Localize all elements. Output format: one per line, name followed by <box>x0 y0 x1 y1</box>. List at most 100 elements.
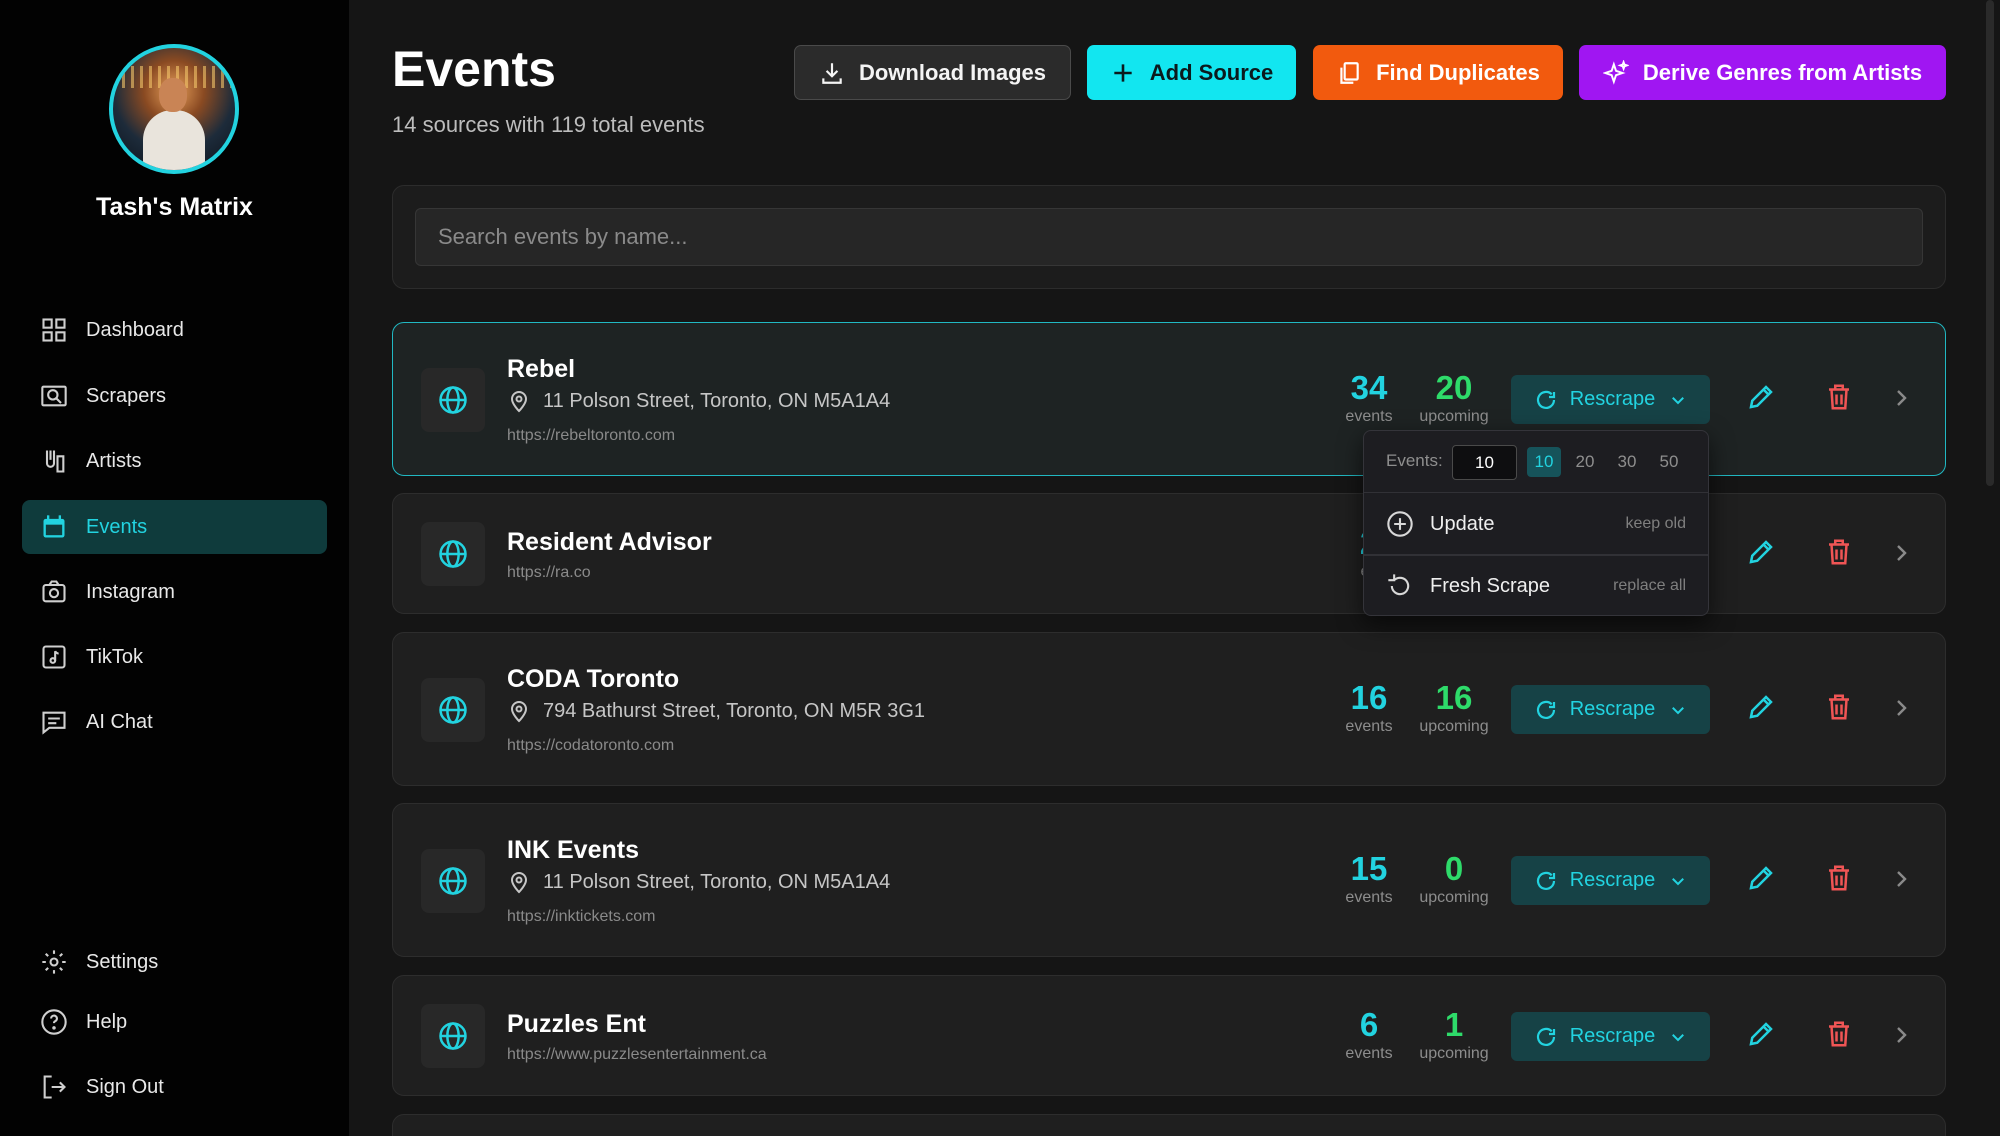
refresh-icon <box>1536 871 1555 890</box>
events-count-input[interactable] <box>1452 445 1517 480</box>
page-subtitle: 14 sources with 119 total events <box>392 112 705 137</box>
chip-10[interactable]: 10 <box>1527 447 1561 477</box>
events-count-label: Events: <box>1386 451 1443 470</box>
sidebar-item-events[interactable]: Events <box>22 500 327 554</box>
refresh-icon <box>1536 390 1555 409</box>
rescrape-button[interactable]: Rescrape <box>1511 1012 1710 1061</box>
source-card-coda-toronto[interactable]: CODA Toronto 794 Bathurst Street, Toront… <box>392 632 1946 786</box>
source-url[interactable]: https://ra.co <box>507 564 591 582</box>
globe-icon <box>439 1022 467 1050</box>
search-input[interactable] <box>415 208 1923 266</box>
delete-icon[interactable] <box>1824 692 1854 722</box>
upcoming-count: 0 upcoming <box>1419 850 1489 906</box>
source-url[interactable]: https://codatoronto.com <box>507 737 674 755</box>
rescrape-button[interactable]: Rescrape <box>1511 856 1710 905</box>
source-card-puzzles-ent[interactable]: Puzzles Ent https://www.puzzlesentertain… <box>392 975 1946 1096</box>
derive-genres-label: Derive Genres from Artists <box>1642 59 1923 85</box>
rescrape-label: Rescrape <box>1569 698 1656 720</box>
chevron-right-icon[interactable] <box>1889 1023 1913 1047</box>
derive-genres-button[interactable]: Derive Genres from Artists <box>1579 45 1946 100</box>
chip-20[interactable]: 20 <box>1568 447 1602 477</box>
rescrape-dropdown: Events: 10 20 30 50 Update keep old Fres… <box>1363 430 1709 616</box>
edit-icon[interactable] <box>1746 863 1776 893</box>
chevron-down-icon <box>1672 1033 1685 1041</box>
edit-icon[interactable] <box>1746 1019 1776 1049</box>
events-count: 34 events <box>1345 369 1393 425</box>
source-name: Puzzles Ent <box>507 1010 646 1038</box>
event-count-row: Events: 10 20 30 50 <box>1364 431 1708 493</box>
source-url[interactable]: https://rebeltoronto.com <box>507 427 675 445</box>
location-pin-icon <box>510 872 528 894</box>
sidebar-item-dashboard[interactable]: Dashboard <box>22 303 327 357</box>
help-icon <box>41 1009 67 1035</box>
sidebar-item-label: Events <box>86 515 148 538</box>
refresh-icon <box>1536 700 1555 719</box>
sidebar-item-label: AI Chat <box>86 710 153 733</box>
globe-icon <box>439 386 467 414</box>
edit-icon[interactable] <box>1746 692 1776 722</box>
scrollbar-thumb[interactable] <box>1986 0 1994 486</box>
delete-icon[interactable] <box>1824 382 1854 412</box>
edit-icon[interactable] <box>1746 537 1776 567</box>
globe-icon <box>439 867 467 895</box>
sidebar-item-sign-out[interactable]: Sign Out <box>22 1060 327 1114</box>
chip-50[interactable]: 50 <box>1652 447 1686 477</box>
upcoming-count: 1 upcoming <box>1419 1006 1489 1062</box>
source-card-partial[interactable] <box>392 1114 1946 1136</box>
sidebar-item-instagram[interactable]: Instagram <box>22 565 327 619</box>
source-address-text: 11 Polson Street, Toronto, ON M5A1A4 <box>543 389 891 412</box>
chip-30[interactable]: 30 <box>1610 447 1644 477</box>
chevron-right-icon[interactable] <box>1889 386 1913 410</box>
sidebar-item-help[interactable]: Help <box>22 995 327 1049</box>
chevron-right-icon[interactable] <box>1889 867 1913 891</box>
chevron-down-icon <box>1672 706 1685 714</box>
fresh-scrape-label: Fresh Scrape <box>1430 574 1551 597</box>
sidebar-item-settings[interactable]: Settings <box>22 935 327 989</box>
scrapers-icon <box>41 385 67 407</box>
events-count: 15 events <box>1345 850 1393 906</box>
source-url[interactable]: https://www.puzzlesentertainment.ca <box>507 1046 767 1064</box>
download-images-button[interactable]: Download Images <box>794 45 1071 100</box>
events-count: 6 events <box>1345 1006 1393 1062</box>
source-name: INK Events <box>507 836 639 864</box>
chevron-right-icon[interactable] <box>1889 541 1913 565</box>
rescrape-label: Rescrape <box>1569 869 1656 891</box>
location-pin-icon <box>510 701 528 723</box>
upcoming-count: 20 upcoming <box>1419 369 1489 425</box>
rescrape-label: Rescrape <box>1569 1025 1656 1047</box>
sidebar-item-artists[interactable]: Artists <box>22 434 327 488</box>
source-card-resident-advisor[interactable]: Resident Advisor https://ra.co 2ev <box>392 493 1946 614</box>
add-source-button[interactable]: Add Source <box>1087 45 1296 100</box>
sidebar-item-label: Help <box>86 1010 128 1033</box>
chevron-down-icon <box>1672 877 1685 885</box>
delete-icon[interactable] <box>1824 863 1854 893</box>
source-icon <box>421 1004 485 1068</box>
rescrape-label: Rescrape <box>1569 388 1656 410</box>
source-address-text: 794 Bathurst Street, Toronto, ON M5R 3G1 <box>543 699 926 722</box>
refresh-icon <box>1536 1027 1555 1046</box>
source-address-text: 11 Polson Street, Toronto, ON M5A1A4 <box>543 870 891 893</box>
sidebar-item-label: Sign Out <box>86 1075 164 1098</box>
find-duplicates-button[interactable]: Find Duplicates <box>1313 45 1563 100</box>
chat-icon <box>42 711 66 735</box>
sidebar-item-label: Settings <box>86 950 159 973</box>
fresh-scrape-hint: replace all <box>1613 577 1686 594</box>
sidebar-item-ai-chat[interactable]: AI Chat <box>22 695 327 749</box>
sidebar-item-scrapers[interactable]: Scrapers <box>22 369 327 423</box>
avatar[interactable] <box>109 44 239 174</box>
source-card-ink-events[interactable]: INK Events 11 Polson Street, Toronto, ON… <box>392 803 1946 957</box>
source-card-rebel[interactable]: Rebel 11 Polson Street, Toronto, ON M5A1… <box>392 322 1946 476</box>
source-url[interactable]: https://inktickets.com <box>507 908 656 926</box>
chevron-right-icon[interactable] <box>1889 696 1913 720</box>
rescrape-button[interactable]: Rescrape <box>1511 375 1710 424</box>
delete-icon[interactable] <box>1824 537 1854 567</box>
sidebar-item-tiktok[interactable]: TikTok <box>22 630 327 684</box>
rescrape-button[interactable]: Rescrape <box>1511 685 1710 734</box>
artists-icon <box>45 450 65 473</box>
edit-icon[interactable] <box>1746 382 1776 412</box>
fresh-scrape-option[interactable]: Fresh Scrape replace all <box>1364 556 1708 616</box>
delete-icon[interactable] <box>1824 1019 1854 1049</box>
update-option[interactable]: Update keep old <box>1364 494 1708 554</box>
source-name: Rebel <box>507 355 576 383</box>
globe-icon <box>439 540 467 568</box>
